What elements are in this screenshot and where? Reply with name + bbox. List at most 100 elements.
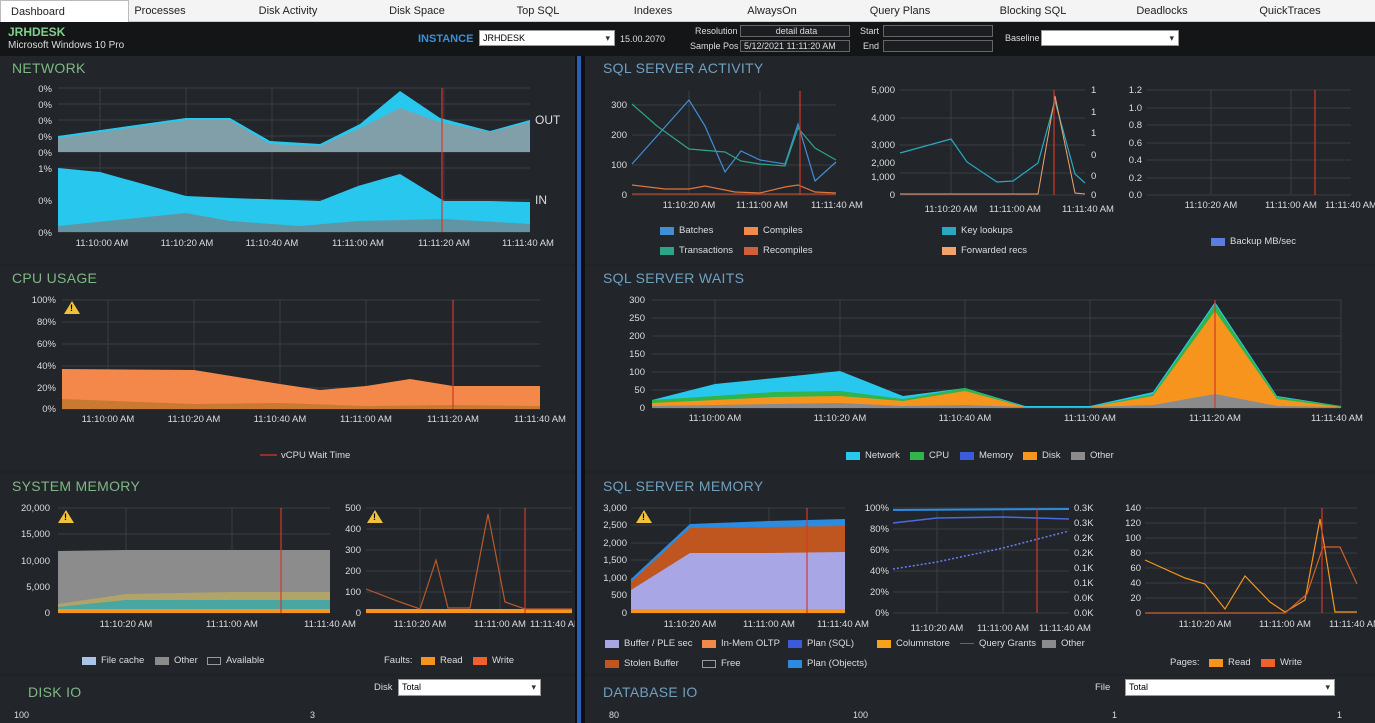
tab-top-sql[interactable]: Top SQL [498,0,578,22]
x-tick: 11:10:00 AM [689,413,742,424]
chevron-down-icon: ▾ [531,682,536,692]
disk-select[interactable]: Total ▾ [398,679,541,696]
x-tick: 11:10:20 AM [911,623,964,634]
legend-item: Free [702,658,741,669]
legend-item: Other [1042,638,1085,649]
x-tick: 11:11:00 AM [989,204,1041,215]
file-select[interactable]: Total ▾ [1125,679,1335,696]
y-tick: 40% [870,566,890,577]
x-tick: 11:11:00 AM [977,623,1029,634]
y-tick: 4,000 [871,113,895,124]
y-tick: 0 [890,190,895,201]
sql-activity-panel: SQL SERVER ACTIVITY 300 200 100 0 5,000 … [585,56,1375,264]
tab-bar: Dashboard Processes Disk Activity Disk S… [0,0,1375,22]
x-tick: 11:11:40 AM [811,200,863,211]
y-tick: 0.6 [1129,138,1142,149]
x-tick: 11:10:20 AM [161,238,214,249]
y-tick: 100 [611,160,627,171]
panel-splitter[interactable] [575,56,585,723]
tab-deadlocks[interactable]: Deadlocks [1122,0,1202,22]
y-tick: 100 [14,710,30,720]
start-field[interactable] [883,25,993,37]
y-tick: 5,000 [26,582,50,593]
y-tick: 100 [345,587,361,598]
tab-processes[interactable]: Processes [120,0,200,22]
baseline-label: Baseline [1005,33,1040,43]
sql-memory-panel: SQL SERVER MEMORY ! 3,000 2,500 2,000 1,… [585,474,1375,674]
x-tick: 11:11:00 AM [340,414,392,425]
network-chart: 0% 0% 0% 0% 0% 1% 0% 0% OUT IN 11:10:00 … [38,84,561,249]
tab-alwayson[interactable]: AlwaysOn [732,0,812,22]
tab-blocking-sql[interactable]: Blocking SQL [993,0,1073,22]
y-tick: 300 [611,100,627,111]
x-tick: 11:10:20 AM [925,204,978,215]
key-lookups-line [899,98,1086,184]
legend-item: Transactions [660,245,733,256]
legend-item: Memory [960,450,1013,461]
y-tick: 10,000 [21,556,50,567]
instance-header: JRHDESK Microsoft Windows 10 Pro INSTANC… [0,22,1375,56]
x-tick: 11:11:00 AM [1259,619,1311,630]
x-tick: 11:10:20 AM [100,619,153,630]
compiles-line [631,184,837,194]
y-tick: 140 [1125,503,1141,514]
y-tick: 0 [640,403,645,414]
legend-item: Write [1261,657,1302,668]
sqlmem-columnstore-band [631,609,845,613]
y-tick: 0.2 [1129,173,1142,184]
y-tick: 0.8 [1129,120,1142,131]
y-tick: 40% [37,361,57,372]
x-tick: 11:11:40 AM [530,619,575,630]
y-tick: 20 [1130,593,1141,604]
y-tick: 1 [1091,85,1096,96]
y-tick: 1,000 [603,573,627,584]
legend-label: vCPU Wait Time [281,450,350,461]
x-tick: 11:10:20 AM [664,619,717,630]
chevron-down-icon: ▾ [1325,682,1330,692]
x-tick: 11:11:00 AM [1265,200,1317,211]
x-tick: 11:10:00 AM [76,238,129,249]
x-tick: 11:10:40 AM [939,413,992,424]
tab-query-plans[interactable]: Query Plans [860,0,940,22]
panel-title: DISK IO [28,684,82,700]
y-tick: 500 [611,590,627,601]
sample-pos-label: Sample Pos [690,41,739,51]
end-field[interactable] [883,40,993,52]
x-tick: 11:11:40 AM [817,619,869,630]
resolution-field[interactable]: detail data [740,25,850,37]
pages-write-line [1145,546,1358,614]
y-tick: 1% [38,164,52,175]
disk-io-panel: DISK IO Disk Total ▾ 100 3 [0,676,575,723]
tab-disk-activity[interactable]: Disk Activity [248,0,328,22]
legend-item: Stolen Buffer [605,658,679,669]
y-tick: 0 [1091,190,1096,201]
y-tick: 0% [42,404,56,415]
y-tick: 100 [629,367,645,378]
tab-indexes[interactable]: Indexes [613,0,693,22]
y-tick: 1.0 [1129,103,1142,114]
legend-item: File cache [82,655,144,666]
y-tick: 0% [38,84,52,95]
y-tick: 200 [611,130,627,141]
y-tick: 80 [609,710,620,720]
legend-item: Plan (Objects) [788,658,867,669]
y-tick: 0 [1091,150,1096,161]
x-tick: 11:11:40 AM [514,414,566,425]
tab-disk-space[interactable]: Disk Space [377,0,457,22]
sample-pos-field[interactable]: 5/12/2021 11:11:20 AM [740,40,850,52]
faults-write-line [365,513,572,610]
system-memory-chart: 20,000 15,000 10,000 5,000 0 500 400 300… [21,503,575,630]
instance-select[interactable]: JRHDESK ▾ [479,30,615,46]
baseline-select[interactable]: ▾ [1041,30,1179,46]
panel-title: DATABASE IO [603,684,698,700]
tab-dashboard[interactable]: Dashboard [0,0,129,22]
tab-quicktraces[interactable]: QuickTraces [1250,0,1330,22]
y-tick: 300 [629,295,645,306]
x-tick: 11:10:40 AM [246,238,299,249]
y-tick: 0.3K [1074,518,1094,529]
y-tick: 0 [622,608,627,619]
legend-item: Columnstore [877,638,950,649]
y-tick: 20% [870,587,890,598]
x-tick: 11:10:20 AM [814,413,867,424]
sql-waits-panel: SQL SERVER WAITS 300 250 200 150 100 50 … [585,266,1375,470]
